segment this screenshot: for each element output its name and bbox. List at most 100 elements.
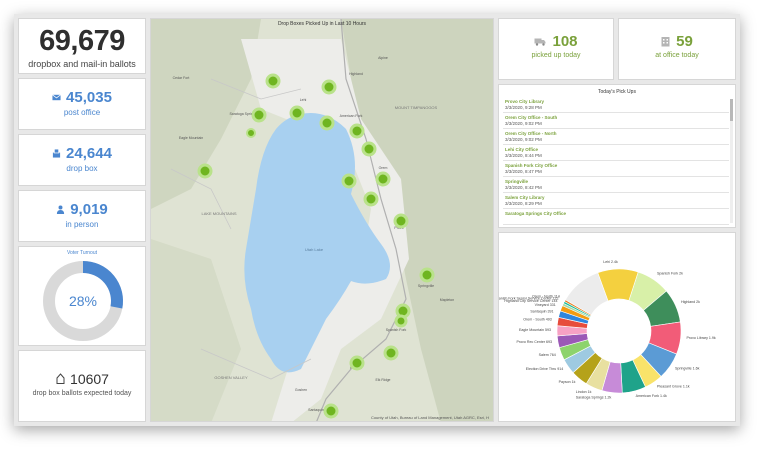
place-label: Utah Lake: [305, 247, 324, 252]
person-icon: [57, 205, 65, 214]
pie-slice-label: Spanish Fork 2k: [657, 272, 683, 276]
pie-slice-label: Santaquin 391: [530, 309, 553, 313]
in-person-card: 9,019 in person: [18, 190, 146, 242]
drop-box-marker[interactable]: [394, 314, 408, 328]
map-canvas[interactable]: Utah Lake LAKE MOUNTAINS GOSHEN VALLEY M…: [151, 19, 494, 422]
pie-slice-label: Lehi 2.4k: [603, 260, 618, 264]
pie-slice-label: Provo Rec Center 693: [516, 340, 552, 344]
drop-box-marker[interactable]: [375, 171, 391, 187]
voter-turnout-title: Voter Turnout: [66, 250, 98, 256]
drop-box-marker[interactable]: [393, 213, 409, 229]
drop-box-marker[interactable]: [246, 128, 256, 138]
ballots-by-location-chart: Lehi 2.4k Spanish Fork 2k Highland 2k Provo…: [498, 232, 736, 422]
pickup-time: 3/3/2020, 8:47 PM: [505, 169, 542, 174]
place-label: Mapleton: [440, 298, 454, 302]
pickup-time: 3/3/2020, 9:28 PM: [505, 105, 542, 110]
pickup-item[interactable]: Orem City Office - North 3/3/2020, 9:02 …: [503, 129, 729, 145]
drop-box-marker[interactable]: [349, 123, 365, 139]
pie-slice-label: Salem 764: [539, 353, 556, 357]
map-attribution: County of Utah, Bureau of Land Managemen…: [370, 415, 489, 420]
post-office-label: post office: [63, 108, 101, 117]
pickup-list[interactable]: Provo City Library 3/3/2020, 9:28 PM Ore…: [503, 97, 729, 227]
todays-pickups-panel: Today's Pick Ups Provo City Library 3/3/…: [498, 84, 736, 228]
place-label: GOSHEN VALLEY: [214, 375, 248, 380]
pie-slice-label: Lindon 1k: [576, 390, 592, 394]
voter-turnout-percent: 28%: [69, 293, 97, 309]
pickup-item[interactable]: Orem City Office - South 3/3/2020, 9:02 …: [503, 113, 729, 129]
total-ballots-value: 69,679: [39, 25, 125, 57]
expected-ballots-card: 10607 drop box ballots expected today: [18, 350, 146, 422]
place-label: Elk Ridge: [376, 378, 391, 382]
pie-slice-label: Highland 2k: [681, 300, 700, 304]
drop-box-marker[interactable]: [383, 345, 399, 361]
pickups-title: Today's Pick Ups: [598, 89, 636, 95]
map-title: Drop Boxes Picked Up in Last 10 Hours: [277, 21, 367, 27]
pickup-item[interactable]: Springville 3/3/2020, 8:42 PM: [503, 177, 729, 193]
drop-box-marker[interactable]: [363, 191, 379, 207]
pickup-item[interactable]: Saratoga Springs City Office: [503, 209, 729, 225]
truck-icon: [534, 38, 546, 46]
in-person-value: 9,019: [70, 201, 108, 218]
pickup-item[interactable]: Lehi City Office 3/3/2020, 8:44 PM: [503, 145, 729, 161]
drop-box-marker[interactable]: [341, 173, 357, 189]
drop-box-marker[interactable]: [361, 141, 377, 157]
pickup-time: 3/3/2020, 8:29 PM: [505, 201, 542, 206]
drop-box-marker[interactable]: [419, 267, 435, 283]
building-icon: [661, 37, 670, 47]
drop-box-marker[interactable]: [251, 107, 267, 123]
place-label: Orem: [379, 166, 388, 170]
at-office-value: 59: [676, 33, 693, 50]
picked-up-label: picked up today: [531, 52, 581, 59]
post-office-value: 45,035: [66, 89, 112, 106]
voter-turnout-card: Voter Turnout 28%: [18, 246, 146, 346]
place-label: LAKE MOUNTAINS: [201, 211, 236, 216]
drop-box-marker[interactable]: [197, 163, 213, 179]
mail-icon: [52, 94, 61, 101]
pickup-time: 3/3/2020, 9:02 PM: [505, 121, 542, 126]
place-label: MOUNT TIMPANOGOS: [395, 105, 438, 110]
drop-box-marker[interactable]: [265, 73, 281, 89]
pickup-time: 3/3/2020, 8:42 PM: [505, 185, 542, 190]
drop-box-map[interactable]: Drop Boxes Picked Up in Last 10 Hours Ut…: [150, 18, 494, 422]
pickup-item[interactable]: Spanish Fork City Office 3/3/2020, 8:47 …: [503, 161, 729, 177]
at-office-card: 59 at office today: [618, 18, 736, 80]
pickup-item[interactable]: Provo City Library 3/3/2020, 9:28 PM: [503, 97, 729, 113]
place-label: American Fork: [340, 114, 363, 118]
pie-slice-label: Provo Library 1.9k: [687, 336, 716, 340]
pie-slice-label: Election Drive Thru 914: [526, 367, 564, 371]
drop-box-value: 24,644: [66, 145, 112, 162]
pie-slice-label: Eagle Mountain 593: [519, 328, 551, 332]
voter-turnout-gauge: 28%: [43, 261, 123, 341]
drop-box-marker[interactable]: [323, 403, 339, 419]
pie-slice-label: Orem - North 114: [532, 295, 560, 299]
place-label: Spanish Fork: [386, 328, 407, 332]
total-ballots-label: dropbox and mail-in ballots: [28, 59, 136, 69]
place-label: Cedar Fort: [173, 76, 190, 80]
expected-ballots-value: 10607: [70, 371, 109, 387]
drop-box-marker[interactable]: [349, 355, 365, 371]
post-office-card: 45,035 post office: [18, 78, 146, 130]
drop-box-marker[interactable]: [319, 115, 335, 131]
total-ballots-card: 69,679 dropbox and mail-in ballots: [18, 18, 146, 74]
picked-up-card: 108 picked up today: [498, 18, 614, 80]
place-label: Alpine: [378, 56, 388, 60]
in-person-label: in person: [65, 220, 99, 229]
dashboard: 69,679 dropbox and mail-in ballots 45,03…: [14, 14, 740, 426]
place-label: Lehi: [300, 98, 307, 102]
expected-ballots-label: drop box ballots expected today: [32, 390, 132, 397]
place-label: Santaquin: [308, 408, 324, 412]
drop-box-label: drop box: [66, 164, 98, 173]
pickup-scrollbar[interactable]: [730, 99, 733, 223]
pickup-item[interactable]: Salem City Library 3/3/2020, 8:29 PM: [503, 193, 729, 209]
pie-slice-label: American Fork 1.4k: [636, 394, 667, 398]
pie-slice-label: Pleasant Grove 1.1k: [657, 384, 690, 388]
place-label: Eagle Mountain: [179, 136, 203, 140]
pie-slice-label: Vineyard 331: [535, 303, 556, 307]
pickup-name: Saratoga Springs City Office: [505, 211, 567, 216]
drop-box-marker[interactable]: [289, 105, 305, 121]
drop-box-marker[interactable]: [321, 79, 337, 95]
donut-chart: Lehi 2.4k Spanish Fork 2k Highland 2k Provo…: [499, 260, 716, 400]
pickup-time: 3/3/2020, 9:02 PM: [505, 137, 542, 142]
ballot-box-icon: [52, 149, 61, 158]
pickup-scrollbar-thumb[interactable]: [730, 99, 733, 121]
